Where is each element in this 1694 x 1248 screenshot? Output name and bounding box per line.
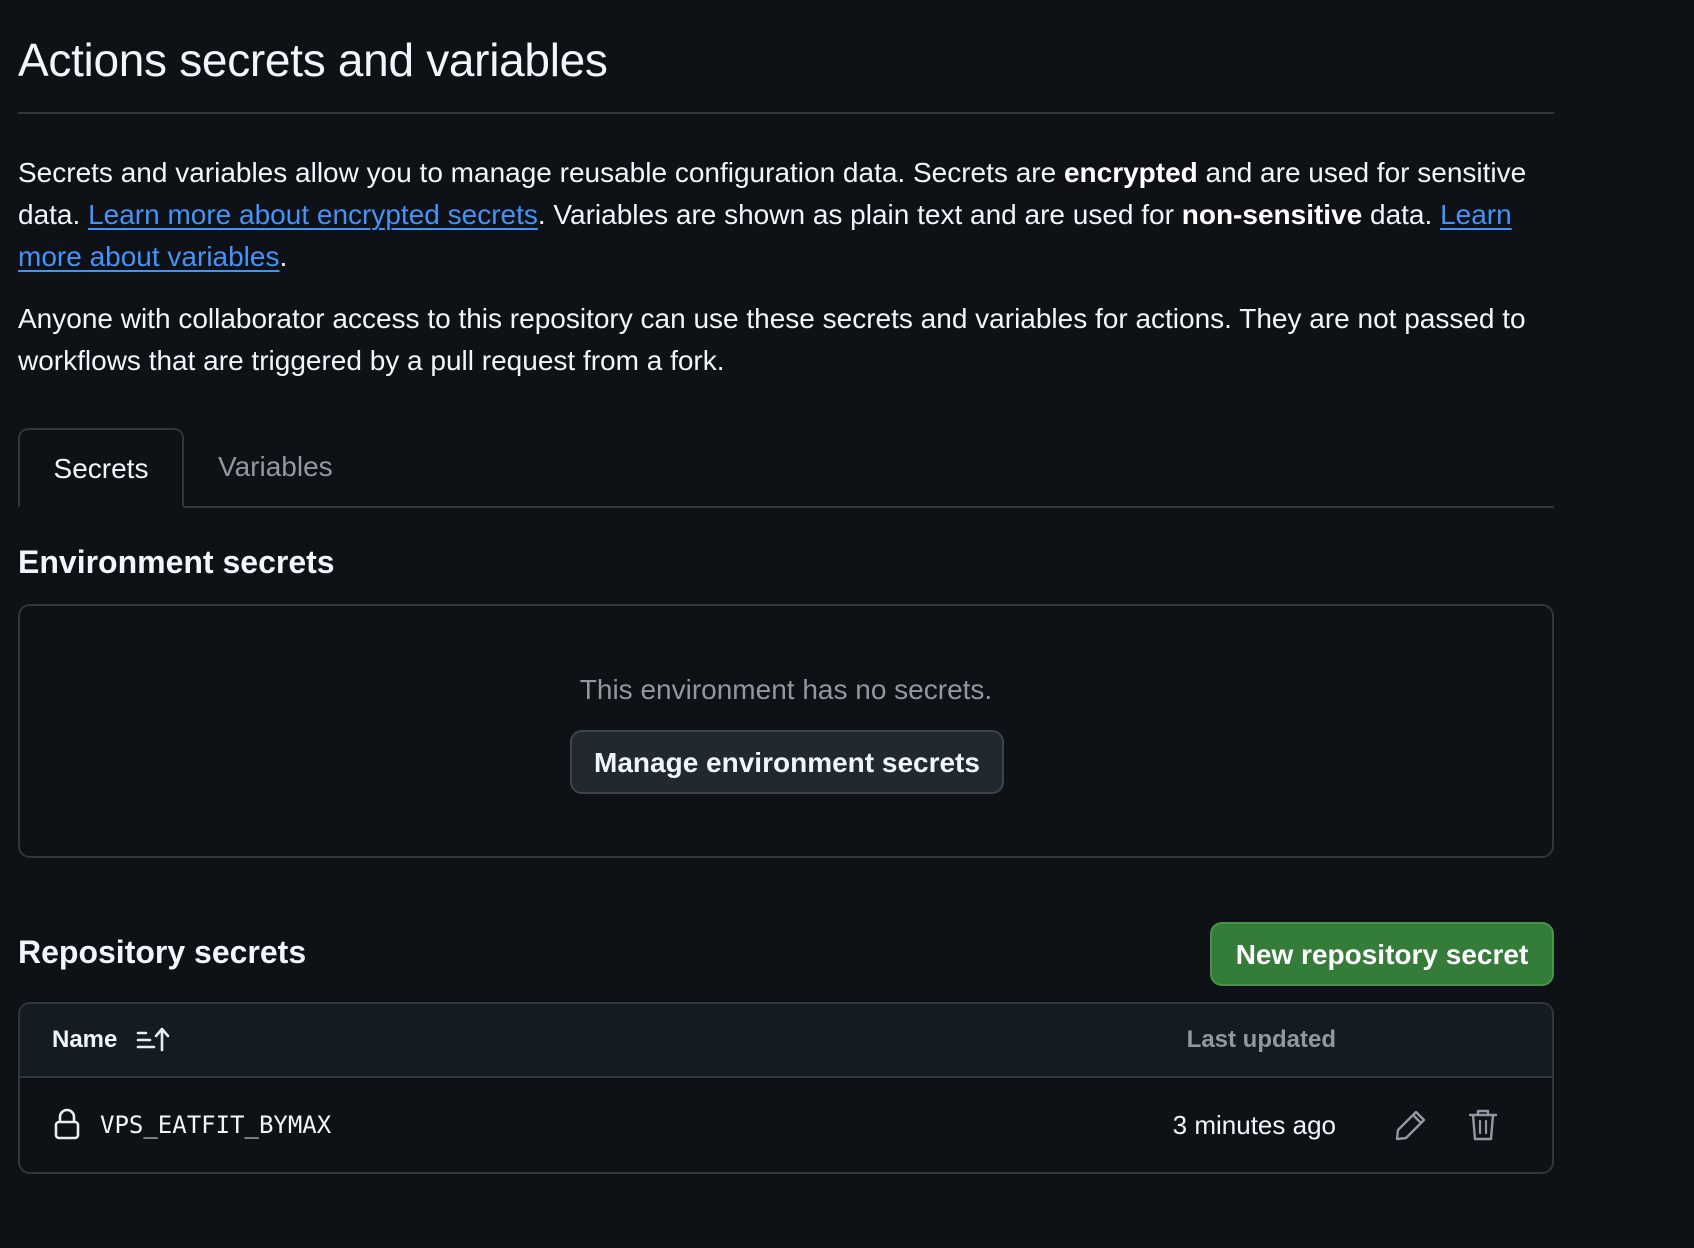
trash-icon[interactable]	[1468, 1108, 1498, 1142]
page-title: Actions secrets and variables	[18, 0, 1554, 114]
manage-environment-secrets-button[interactable]: Manage environment secrets	[570, 730, 1004, 794]
learn-more-secrets-link[interactable]: Learn more about encrypted secrets	[88, 199, 538, 230]
lock-icon	[54, 1108, 80, 1140]
pencil-icon[interactable]	[1394, 1108, 1428, 1142]
intro-bold-non-sensitive: non-sensitive	[1181, 199, 1363, 230]
intro-bold-encrypted: encrypted	[1063, 157, 1198, 188]
secret-last-updated: 3 minutes ago	[1172, 1110, 1336, 1140]
sort-ascending-icon[interactable]	[136, 1026, 170, 1054]
intro-text-3: . Variables are shown as plain text and …	[537, 199, 1182, 230]
intro-text-4: data.	[1362, 199, 1441, 230]
column-header-last-updated: Last updated	[1186, 1026, 1336, 1053]
access-note: Anyone with collaborator access to this …	[18, 303, 1526, 376]
column-header-name[interactable]: Name	[52, 1004, 117, 1076]
intro-text-1: Secrets and variables allow you to manag…	[18, 157, 1064, 188]
secret-name: VPS_EATFIT_BYMAX	[100, 1111, 332, 1139]
tab-bar: Secrets Variables	[18, 428, 1554, 508]
tab-secrets[interactable]: Secrets	[18, 428, 184, 508]
intro-paragraph: Secrets and variables allow you to manag…	[18, 114, 1554, 278]
environment-secrets-panel: This environment has no secrets. Manage …	[18, 604, 1554, 858]
settings-page: Actions secrets and variables Secrets an…	[18, 0, 1554, 1174]
environment-secrets-heading: Environment secrets	[18, 544, 335, 580]
intro-text-5: .	[279, 241, 288, 272]
environment-empty-message: This environment has no secrets.	[579, 674, 993, 705]
table-row: VPS_EATFIT_BYMAX 3 minutes ago	[20, 1078, 1552, 1172]
tab-variables[interactable]: Variables	[218, 428, 333, 506]
repository-secrets-heading: Repository secrets	[18, 934, 307, 970]
repository-secrets-table: Name Last updated VPS_EATFIT_BYMAX 3 min…	[18, 1002, 1554, 1174]
new-repository-secret-button[interactable]: New repository secret	[1210, 922, 1554, 986]
table-header: Name Last updated	[20, 1004, 1552, 1078]
